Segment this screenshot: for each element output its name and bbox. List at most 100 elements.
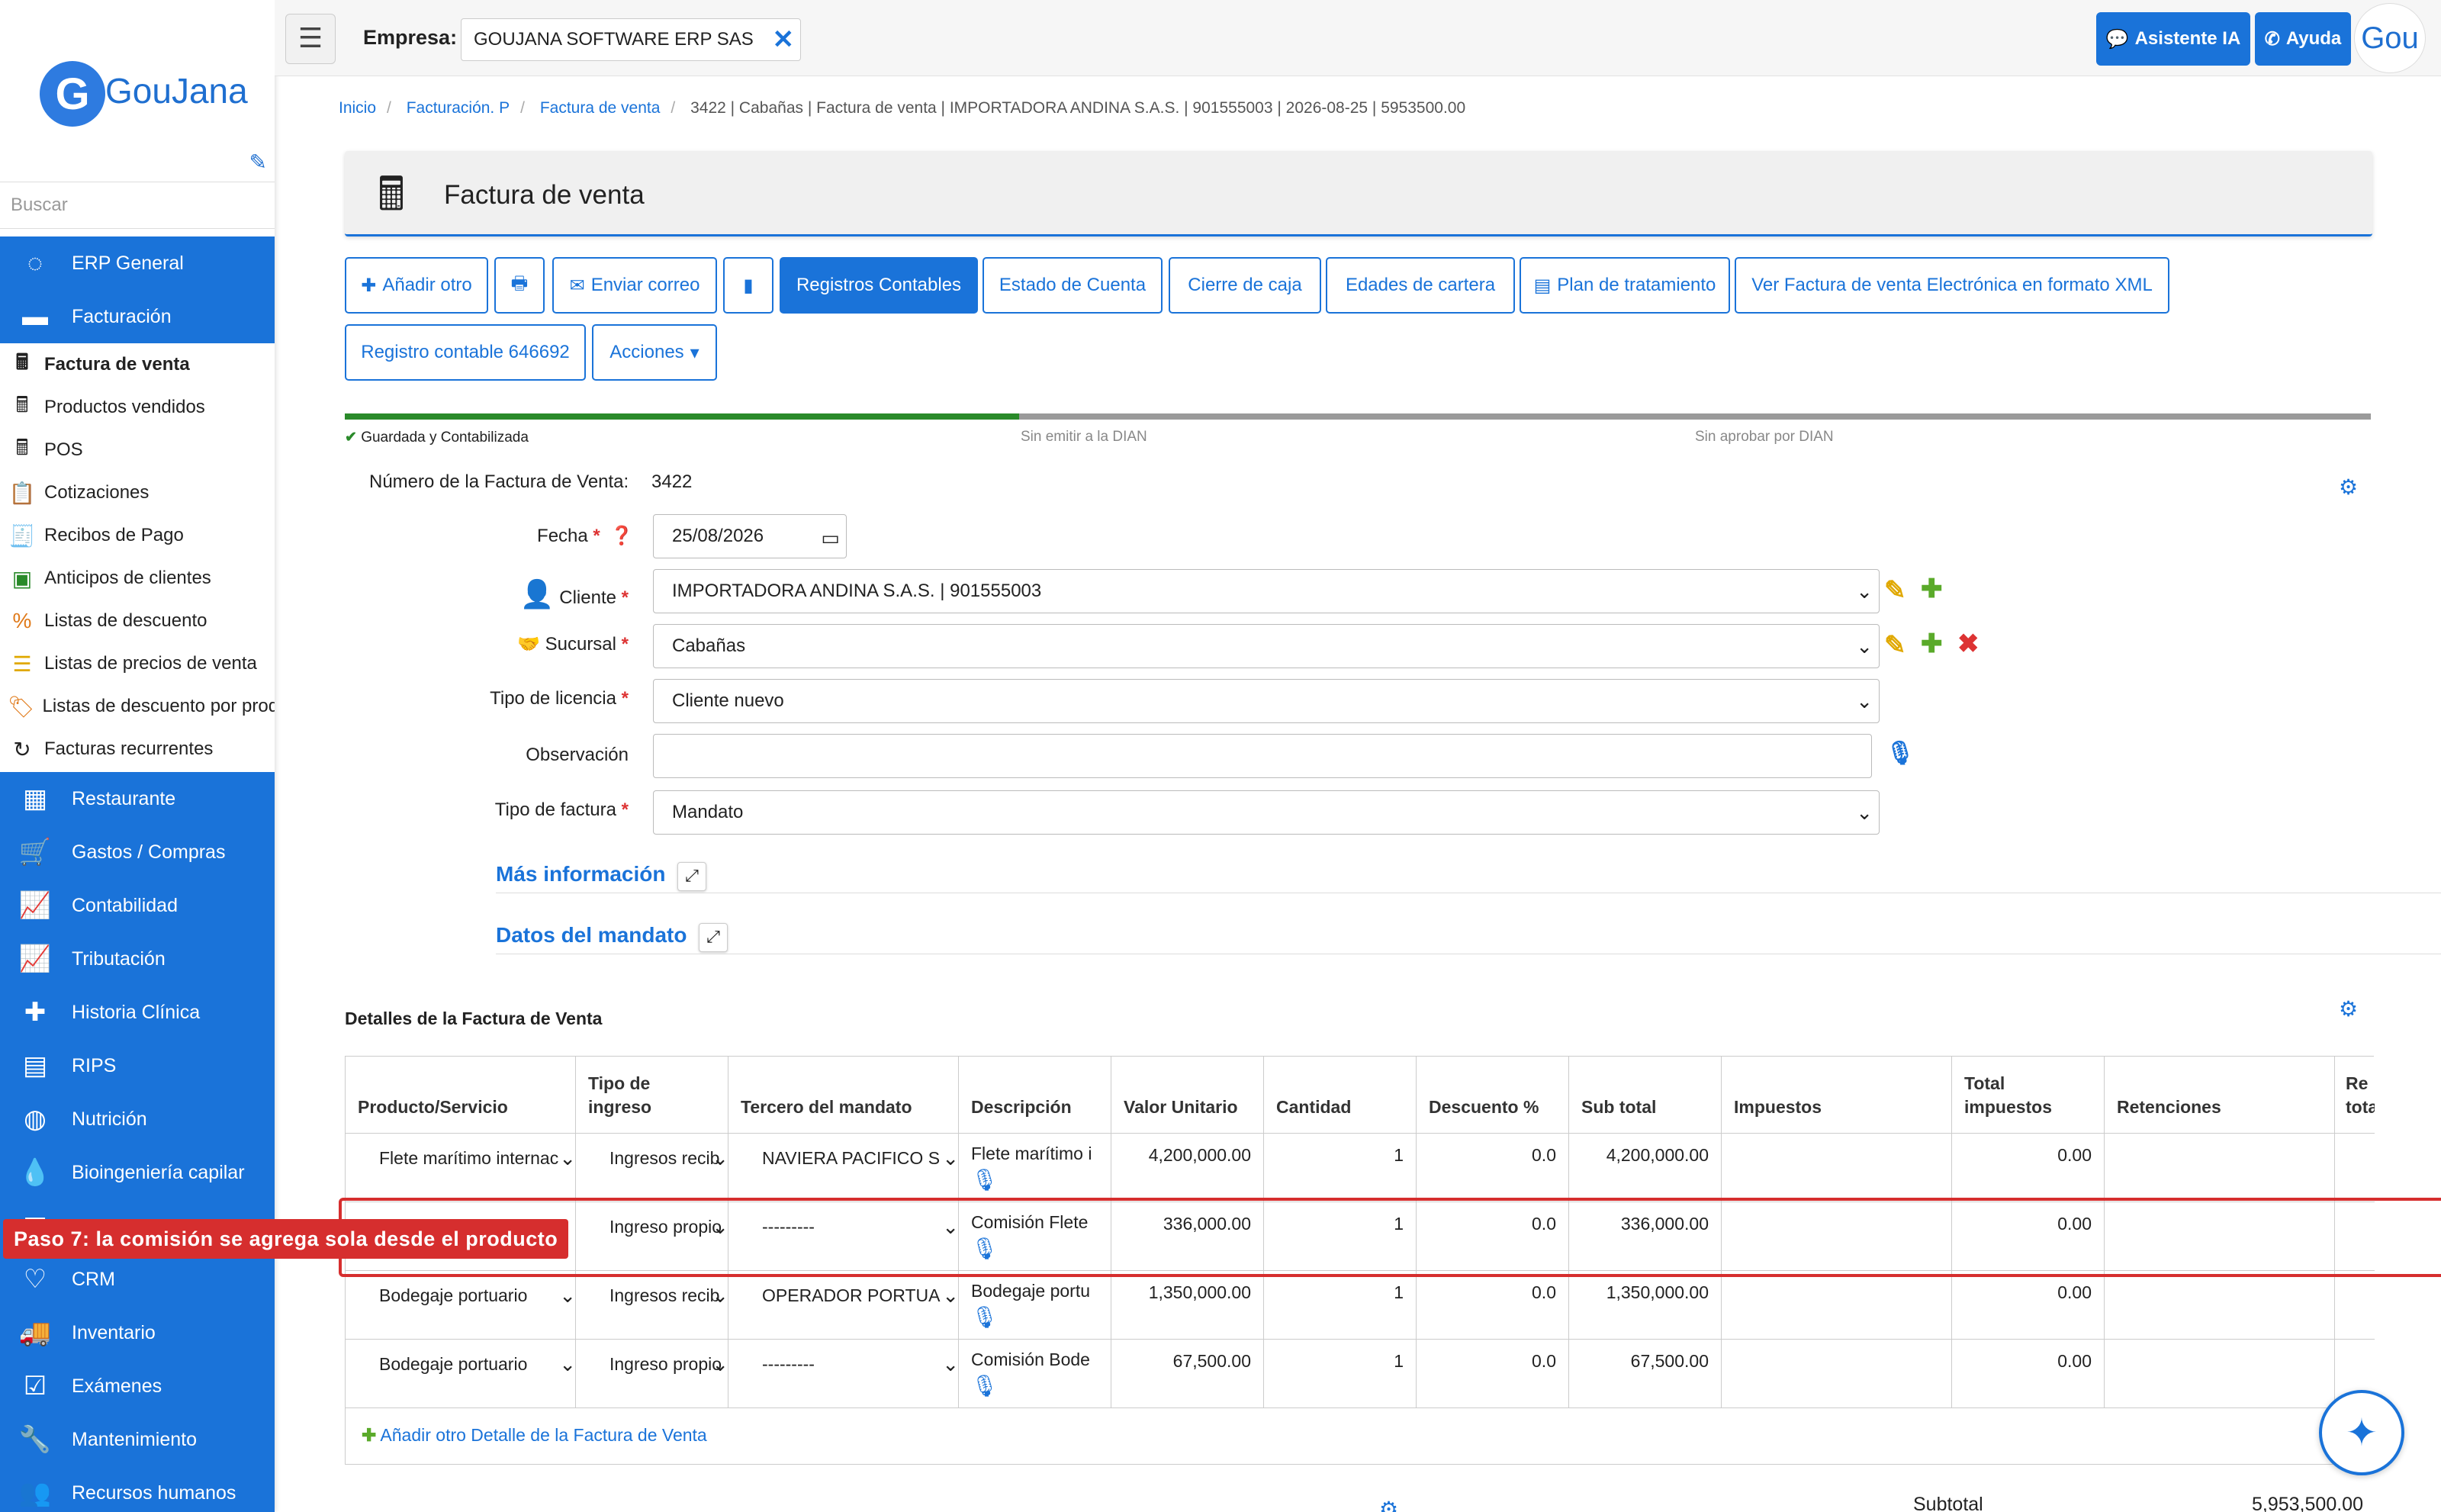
sidebar-subitem-pos[interactable]: 🖩 POS — [0, 429, 275, 471]
retenciones-cell[interactable] — [2105, 1133, 2335, 1202]
plan-tratamiento-button[interactable]: ▤ Plan de tratamiento — [1520, 257, 1730, 314]
producto-select[interactable]: Flete marítimo internac ⌄ — [364, 1137, 575, 1180]
registros-contables-button[interactable]: Registros Contables — [780, 257, 978, 314]
sidebar-item-erp-general[interactable]: ◌ ERP General — [0, 236, 275, 290]
licencia-select[interactable]: Cliente nuevo ⌄ — [653, 679, 1880, 723]
pencil-icon[interactable]: ✎ — [1884, 575, 1906, 606]
plus-icon[interactable]: ✚ — [1921, 574, 1943, 604]
breadcrumb-facturacion[interactable]: Facturación. P — [407, 99, 510, 117]
impuestos-cell[interactable] — [1722, 1270, 1952, 1339]
tercero-select[interactable]: OPERADOR PORTUA ⌄ — [747, 1275, 958, 1317]
sidebar-subitem-cotizaciones[interactable]: 📋 Cotizaciones — [0, 471, 275, 514]
cantidad-cell[interactable]: 1 — [1264, 1339, 1417, 1407]
sidebar-item-restaurante[interactable]: ▦ Restaurante — [0, 772, 275, 825]
cantidad-cell[interactable]: 1 — [1264, 1270, 1417, 1339]
descuento-cell[interactable]: 0.0 — [1417, 1133, 1569, 1202]
sidebar-item-historia-clinica[interactable]: ✚ Historia Clínica — [0, 986, 275, 1039]
close-icon[interactable]: ✕ — [773, 19, 795, 60]
microphone-icon[interactable]: 🎙 — [971, 1305, 1098, 1330]
expand-icon[interactable]: ⤢ — [677, 862, 706, 891]
pencil-icon[interactable]: ✎ — [249, 150, 267, 175]
tercero-select[interactable]: NAVIERA PACIFICO S ⌄ — [747, 1137, 958, 1180]
descripcion-cell[interactable]: Comisión Bode 🎙 — [959, 1339, 1111, 1407]
add-another-button[interactable]: ✚ Añadir otro — [345, 257, 488, 314]
sidebar-item-nutricion[interactable]: ◍ Nutrición — [0, 1092, 275, 1146]
sidebar-subitem-productos-vendidos[interactable]: 🖩 Productos vendidos — [0, 386, 275, 429]
microphone-icon[interactable]: 🎙 — [971, 1373, 1098, 1398]
microphone-icon[interactable]: 🎙 — [971, 1167, 1098, 1192]
sidebar-subitem-factura-venta[interactable]: 🖩 Factura de venta — [0, 343, 275, 386]
edades-cartera-button[interactable]: Edades de cartera — [1326, 257, 1515, 314]
acciones-dropdown[interactable]: Acciones ▾ — [592, 324, 717, 381]
gear-icon[interactable]: ⚙ — [2339, 996, 2358, 1021]
sidebar-item-mantenimiento[interactable]: 🔧 Mantenimiento — [0, 1413, 275, 1466]
send-email-button[interactable]: ✉ Enviar correo — [552, 257, 717, 314]
registro-contable-button[interactable]: Registro contable 646692 — [345, 324, 586, 381]
sidebar-subitem-anticipos[interactable]: ▣ Anticipos de clientes — [0, 557, 275, 600]
pencil-icon[interactable]: ✎ — [1884, 630, 1906, 661]
hamburger-icon[interactable]: ☰ — [285, 14, 336, 64]
logo[interactable]: G GouJana — [0, 0, 275, 137]
descripcion-cell[interactable]: Flete marítimo i 🎙 — [959, 1133, 1111, 1202]
fecha-input[interactable]: 25/08/2026 ▭ — [653, 514, 847, 558]
sidebar-subitem-listas-precios[interactable]: ☰ Listas de precios de venta — [0, 642, 275, 685]
descripcion-cell[interactable]: Bodegaje portu 🎙 — [959, 1270, 1111, 1339]
gear-icon[interactable]: ⚙ — [1379, 1497, 1398, 1512]
retenciones-cell[interactable] — [2105, 1270, 2335, 1339]
sidebar-item-facturacion[interactable]: ▬ Facturación — [0, 290, 275, 343]
valor-unitario-cell[interactable]: 67,500.00 — [1111, 1339, 1264, 1407]
sidebar-item-crm[interactable]: ♡ CRM — [0, 1253, 275, 1306]
descuento-cell[interactable]: 0.0 — [1417, 1339, 1569, 1407]
cliente-select[interactable]: IMPORTADORA ANDINA S.A.S. | 901555003 ⌄ — [653, 569, 1880, 613]
observacion-input[interactable] — [653, 734, 1872, 778]
sidebar-search-input[interactable]: Buscar — [0, 182, 275, 229]
calendar-icon[interactable]: ▭ — [821, 516, 840, 559]
datos-mandato-link[interactable]: Datos del mandato — [496, 923, 687, 947]
impuestos-cell[interactable] — [1722, 1133, 1952, 1202]
expand-icon[interactable]: ⤢ — [699, 923, 728, 952]
print-button[interactable]: 🖶 — [494, 257, 545, 314]
ayuda-button[interactable]: ✆ Ayuda — [2255, 12, 2351, 66]
sidebar-subitem-facturas-recurrentes[interactable]: ↻ Facturas recurrentes — [0, 728, 275, 770]
estado-cuenta-button[interactable]: Estado de Cuenta — [983, 257, 1163, 314]
sidebar-item-rips[interactable]: ▤ RIPS — [0, 1039, 275, 1092]
producto-select[interactable]: Bodegaje portuario ⌄ — [364, 1343, 575, 1386]
avatar[interactable]: Gou — [2354, 3, 2426, 73]
valor-unitario-cell[interactable]: 1,350,000.00 — [1111, 1270, 1264, 1339]
sidebar-subitem-descuento-producto[interactable]: 🏷 Listas de descuento por prod — [0, 685, 275, 728]
microphone-icon[interactable]: 🎙 — [1886, 740, 1915, 767]
breadcrumb-inicio[interactable]: Inicio — [339, 99, 376, 117]
delete-icon[interactable]: ✖ — [1957, 629, 1979, 659]
cantidad-cell[interactable]: 1 — [1264, 1133, 1417, 1202]
sidebar-item-bioingenieria[interactable]: 💧 Bioingeniería capilar — [0, 1146, 275, 1199]
breadcrumb-factura-venta[interactable]: Factura de venta — [540, 99, 661, 117]
tercero-select[interactable]: --------- ⌄ — [747, 1343, 958, 1386]
sidebar-item-recursos-humanos[interactable]: 👥 Recursos humanos — [0, 1466, 275, 1512]
impuestos-cell[interactable] — [1722, 1339, 1952, 1407]
sidebar-subitem-listas-descuento[interactable]: % Listas de descuento — [0, 600, 275, 642]
cierre-caja-button[interactable]: Cierre de caja — [1169, 257, 1321, 314]
retenciones-cell[interactable] — [2105, 1339, 2335, 1407]
add-detail-link[interactable]: ✚ Añadir otro Detalle de la Factura de V… — [362, 1425, 707, 1446]
sparkles-icon[interactable]: ✦ — [2319, 1390, 2404, 1475]
descuento-cell[interactable]: 0.0 — [1417, 1270, 1569, 1339]
tipo-factura-select[interactable]: Mandato ⌄ — [653, 790, 1880, 835]
plus-icon[interactable]: ✚ — [1921, 629, 1943, 659]
book-button[interactable]: ▮ — [723, 257, 773, 314]
asistente-ia-button[interactable]: 💬 Asistente IA — [2096, 12, 2250, 66]
producto-select[interactable]: Bodegaje portuario ⌄ — [364, 1275, 575, 1317]
sidebar-item-inventario[interactable]: 🚚 Inventario — [0, 1306, 275, 1359]
question-icon[interactable]: ❓ — [610, 526, 633, 546]
tipo-ingreso-select[interactable]: Ingresos recib ⌄ — [594, 1137, 728, 1180]
sidebar-item-gastos[interactable]: 🛒 Gastos / Compras — [0, 825, 275, 879]
mas-informacion-link[interactable]: Más información — [496, 862, 665, 886]
sidebar-item-tributacion[interactable]: 📈 Tributación — [0, 932, 275, 986]
empresa-select[interactable]: GOUJANA SOFTWARE ERP SAS ✕ — [461, 18, 801, 61]
sidebar-subitem-recibos-pago[interactable]: 🧾 Recibos de Pago — [0, 514, 275, 557]
sidebar-item-contabilidad[interactable]: 📈 Contabilidad — [0, 879, 275, 932]
sucursal-select[interactable]: Cabañas ⌄ — [653, 624, 1880, 668]
ver-xml-button[interactable]: Ver Factura de venta Electrónica en form… — [1735, 257, 2169, 314]
gear-icon[interactable]: ⚙ — [2339, 475, 2358, 500]
valor-unitario-cell[interactable]: 4,200,000.00 — [1111, 1133, 1264, 1202]
sidebar-item-examenes[interactable]: ☑ Exámenes — [0, 1359, 275, 1413]
